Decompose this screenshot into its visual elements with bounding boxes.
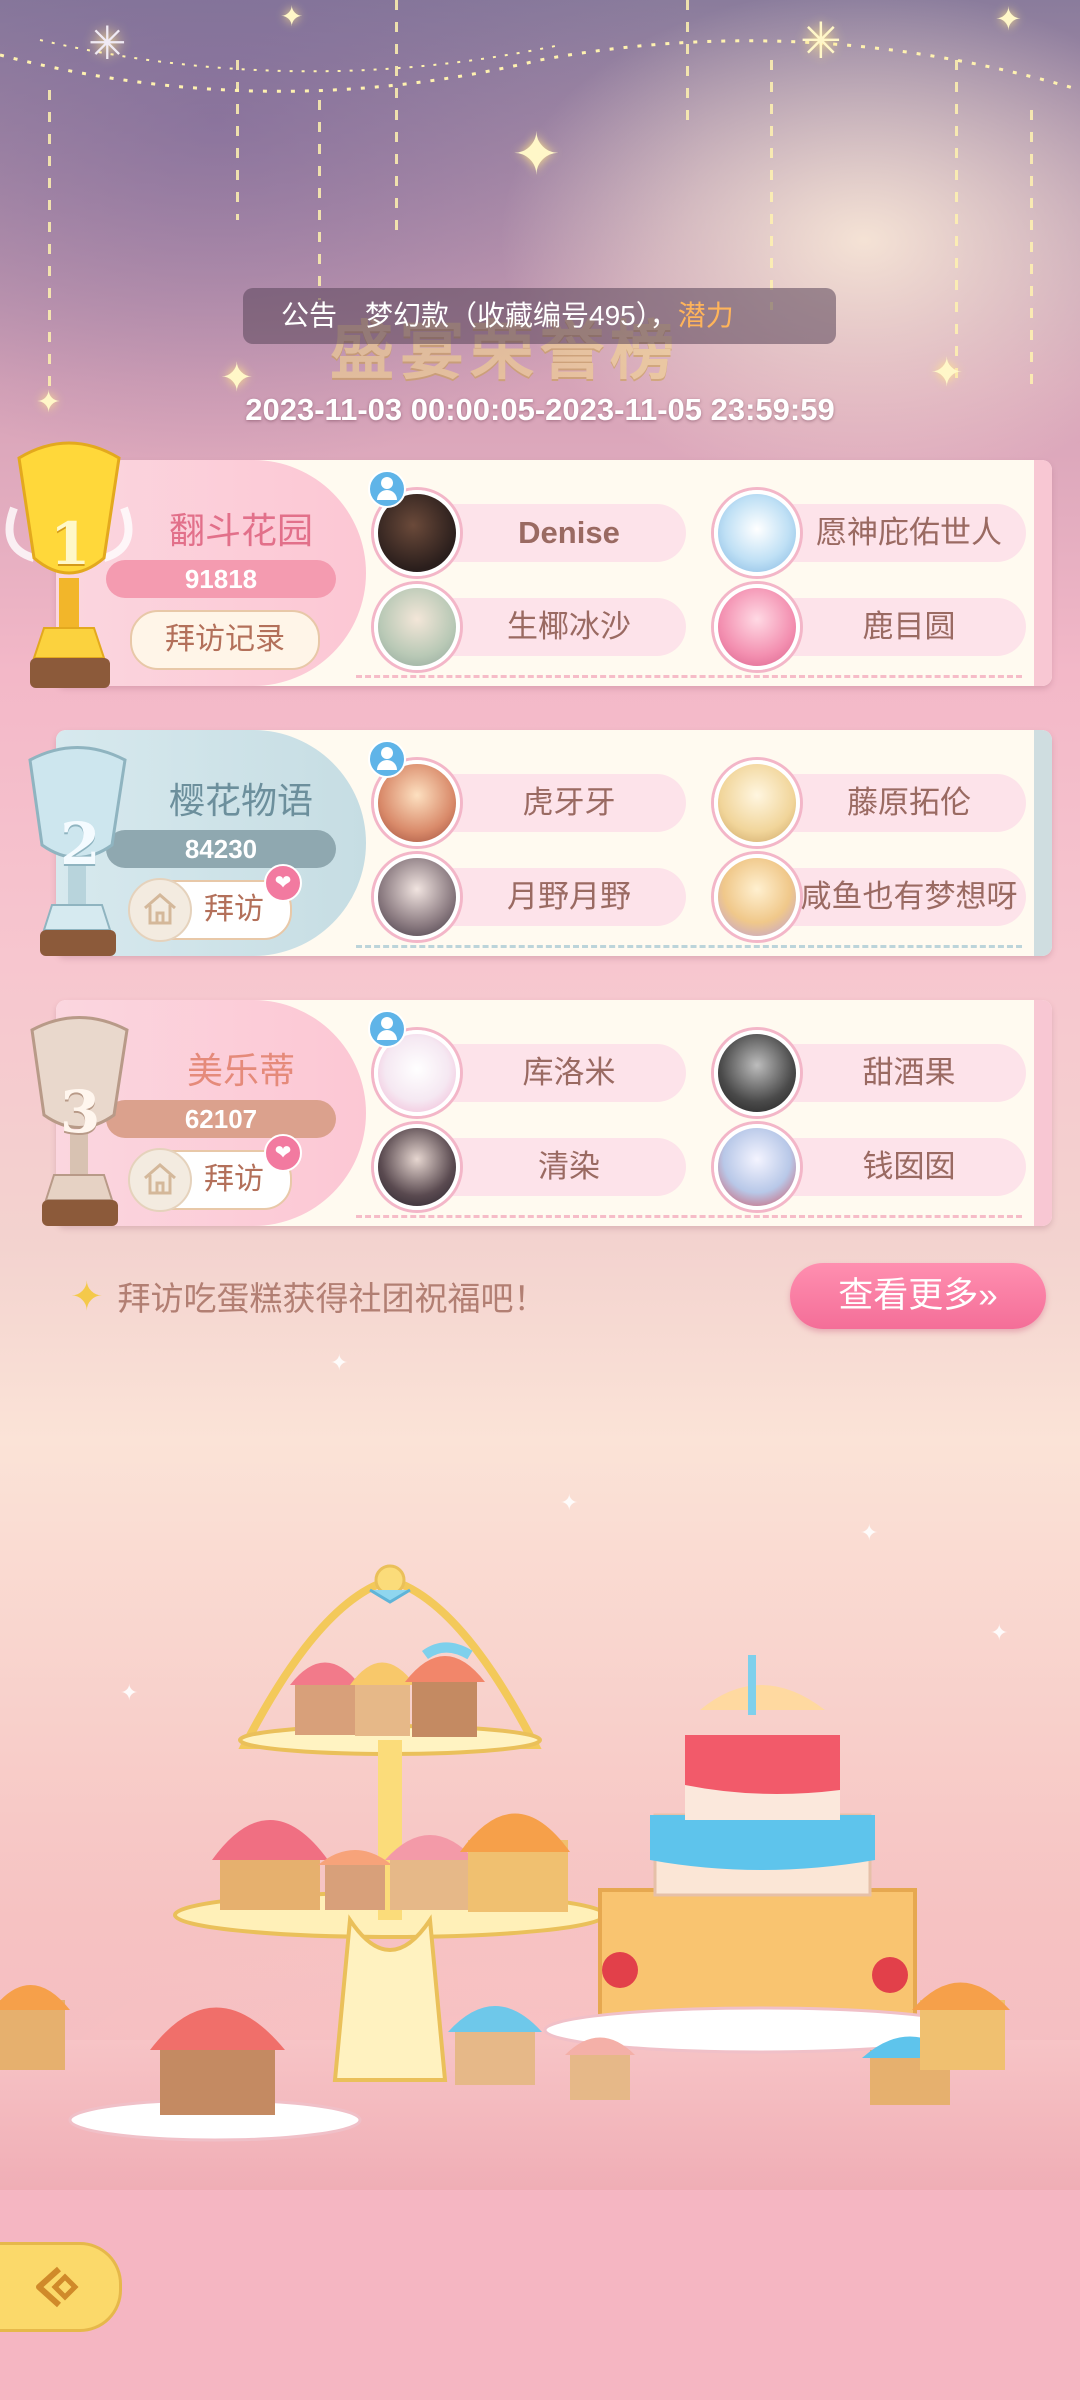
club-name: 翻斗花园 <box>168 510 313 551</box>
member-item[interactable]: 清染 <box>374 1124 688 1210</box>
back-button[interactable] <box>0 2242 122 2332</box>
visit-record-button[interactable]: 拜访记录 <box>130 610 320 670</box>
heart-icon: ❤ <box>264 1134 302 1172</box>
light-strand <box>1030 110 1033 390</box>
cake-display-illustration[interactable] <box>0 1560 1080 2160</box>
sparkle-icon: ✦ <box>70 1275 104 1319</box>
star-icon: ✦ <box>280 1 304 32</box>
visit-label: 拜访 <box>204 893 264 926</box>
visit-button[interactable]: 拜访 ❤ <box>128 864 302 942</box>
visit-hint: ✦ 拜访吃蛋糕获得社团祝福吧！ <box>70 1275 547 1319</box>
event-period: 2023-11-03 00:00:05-2023-11-05 23:59:59 <box>245 392 835 427</box>
member-name: 生椰冰沙 <box>507 609 631 644</box>
leader-icon <box>368 1010 406 1048</box>
member-name: 甜酒果 <box>862 1055 956 1090</box>
visit-label: 拜访 <box>204 1163 264 1196</box>
member-item[interactable]: 钱囡囡 <box>714 1124 1028 1210</box>
home-icon <box>128 1148 192 1212</box>
club-score: 91818 <box>106 560 336 598</box>
view-more-button[interactable]: 查看更多» <box>790 1263 1046 1329</box>
floor <box>0 2190 1080 2400</box>
avatar <box>374 1124 460 1210</box>
snowflake-icon: ✳ <box>800 13 842 69</box>
sparkle-icon: ✦ <box>560 1490 579 1515</box>
light-strand <box>955 60 958 390</box>
club-card-rank-3[interactable]: 美乐蒂 62107 拜访 ❤ 库洛米 甜酒果 清染 钱囡囡 <box>56 1000 1052 1226</box>
club-card-rank-2[interactable]: 樱花物语 84230 拜访 ❤ 虎牙牙 藤原拓伦 月野月野 咸鱼也有梦想呀 <box>56 730 1052 956</box>
member-item[interactable]: 愿神庇佑世人 <box>714 490 1028 576</box>
member-name: 清染 <box>538 1149 600 1184</box>
announcement-text: 梦幻款（收藏编号495），潜力 <box>365 300 734 331</box>
member-item[interactable]: Denise <box>368 470 688 576</box>
star-icon: ✦ <box>995 1 1022 37</box>
member-name: 鹿目圆 <box>862 609 956 644</box>
light-strand <box>395 0 398 230</box>
member-item[interactable]: 生椰冰沙 <box>374 584 688 670</box>
club-score: 84230 <box>106 830 336 868</box>
member-name: 钱囡囡 <box>862 1149 956 1184</box>
member-name: 月野月野 <box>507 879 631 914</box>
avatar <box>714 1030 800 1116</box>
announcement-bar[interactable]: 公告 梦幻款（收藏编号495），潜力 <box>243 288 836 344</box>
leader-icon <box>368 740 406 778</box>
member-item[interactable]: 甜酒果 <box>714 1030 1028 1116</box>
club-score: 62107 <box>106 1100 336 1138</box>
avatar <box>374 584 460 670</box>
back-arrow-icon <box>36 2266 79 2308</box>
heart-icon: ❤ <box>264 864 302 902</box>
member-item[interactable]: 鹿目圆 <box>714 584 1028 670</box>
visit-button[interactable]: 拜访 ❤ <box>128 1134 302 1212</box>
member-item[interactable]: 库洛米 <box>368 1010 688 1116</box>
rank-number: 3 <box>60 1078 101 1146</box>
snowflake-icon: ✳ <box>88 17 127 69</box>
avatar <box>714 760 800 846</box>
member-item[interactable]: 月野月野 <box>374 854 688 940</box>
leader-icon <box>368 470 406 508</box>
avatar <box>714 584 800 670</box>
sparkle-icon: ✦ <box>860 1520 879 1545</box>
member-item[interactable]: 咸鱼也有梦想呀 <box>714 854 1028 940</box>
light-strand <box>686 0 689 120</box>
star-icon: ✦ <box>512 122 561 187</box>
avatar <box>714 854 800 940</box>
member-item[interactable]: 藤原拓伦 <box>714 760 1028 846</box>
club-name: 樱花物语 <box>168 780 313 821</box>
avatar <box>714 1124 800 1210</box>
string-lights <box>0 39 1080 93</box>
member-name: 虎牙牙 <box>522 785 616 820</box>
member-name: 咸鱼也有梦想呀 <box>800 879 1018 914</box>
rank-number: 1 <box>50 510 91 578</box>
visit-record-label: 拜访记录 <box>165 623 285 656</box>
avatar <box>374 854 460 940</box>
avatar <box>714 490 800 576</box>
member-name: Denise <box>518 515 620 550</box>
member-name: 愿神庇佑世人 <box>816 515 1002 550</box>
club-name: 美乐蒂 <box>186 1050 295 1091</box>
announcement-label: 公告 <box>281 300 338 331</box>
star-icon: ✦ <box>930 351 964 395</box>
member-name: 藤原拓伦 <box>847 785 971 820</box>
light-strand <box>236 60 239 220</box>
home-icon <box>128 878 192 942</box>
member-item[interactable]: 虎牙牙 <box>368 740 688 846</box>
sparkle-icon: ✦ <box>330 1350 349 1375</box>
rank-number: 2 <box>60 810 101 878</box>
light-strand <box>770 60 773 310</box>
light-strand <box>48 90 51 390</box>
club-card-rank-1[interactable]: 翻斗花园 91818 拜访记录 Denise 愿神庇佑世人 生椰冰沙 鹿目圆 <box>56 460 1052 686</box>
light-strand <box>318 100 321 300</box>
member-name: 库洛米 <box>522 1055 616 1090</box>
